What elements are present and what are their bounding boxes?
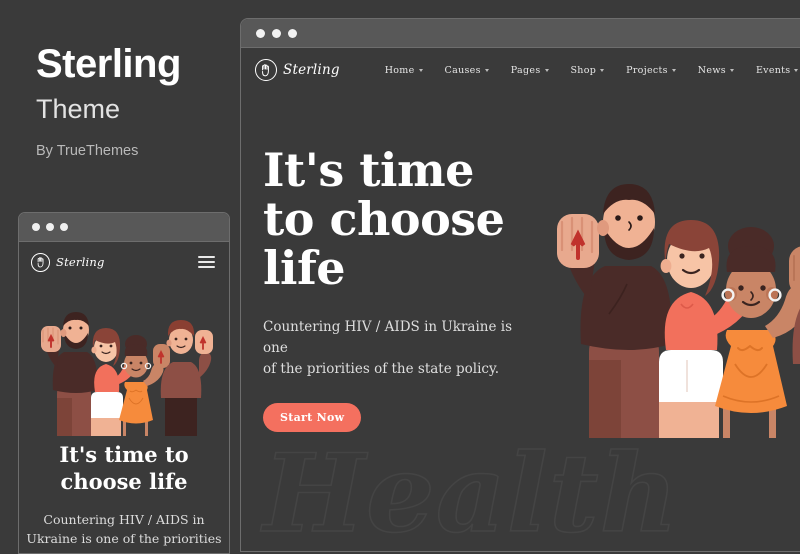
- hero-heading-line-3: life: [263, 240, 346, 295]
- desktop-main-menu: Home Causes Pages Shop Projects News Eve…: [374, 59, 800, 81]
- left-info-panel: Sterling Theme By TrueThemes Sterling It…: [0, 0, 240, 554]
- chevron-down-icon: [794, 69, 799, 72]
- hero-subtitle-line-1: Countering HIV / AIDS in Ukraine is one: [263, 319, 512, 357]
- hand-circle-icon: [31, 252, 50, 272]
- mobile-preview-body: Sterling It's time to choose life Counte…: [19, 242, 229, 553]
- menu-item-news[interactable]: News: [687, 65, 745, 76]
- mobile-navbar: Sterling: [19, 242, 229, 282]
- mobile-brand-name: Sterling: [56, 255, 105, 269]
- menu-item-events[interactable]: Events: [745, 65, 800, 76]
- desktop-preview-body: Sterling Home Causes Pages Shop Projects…: [241, 48, 800, 552]
- menu-item-shop[interactable]: Shop: [560, 65, 616, 76]
- mobile-hero-heading: It's time to choose life: [19, 442, 229, 496]
- chevron-down-icon: [418, 69, 423, 72]
- mobile-brand-logo[interactable]: Sterling: [31, 252, 105, 272]
- menu-item-projects[interactable]: Projects: [615, 65, 687, 76]
- hero-illustration: [557, 184, 800, 438]
- window-dot-maximize-icon[interactable]: [288, 28, 297, 38]
- menu-item-home[interactable]: Home: [374, 65, 434, 76]
- menu-item-label: Home: [384, 64, 415, 76]
- page-title: Sterling: [36, 42, 181, 86]
- hero-subtitle: Countering HIV / AIDS in Ukraine is one …: [263, 317, 513, 380]
- theme-title-block: Sterling Theme By TrueThemes: [36, 44, 236, 159]
- mobile-hero-illustration: [41, 312, 213, 436]
- desktop-brand-logo[interactable]: Sterling: [255, 59, 340, 81]
- chevron-down-icon: [600, 69, 605, 72]
- mobile-hero-subtitle-line-2: Ukraine is one of the priorities: [26, 531, 222, 546]
- health-watermark-text: Health: [262, 431, 680, 552]
- hero-heading: It's time to choose life: [263, 146, 513, 292]
- menu-item-label: Causes: [444, 64, 481, 76]
- menu-item-causes[interactable]: Causes: [434, 65, 500, 76]
- theme-author: By TrueThemes: [36, 143, 139, 159]
- chevron-down-icon: [544, 69, 549, 72]
- hero-heading-line-1: It's time: [263, 143, 474, 197]
- chevron-down-icon: [729, 69, 734, 72]
- hero-subtitle-line-2: of the priorities of the state policy.: [263, 361, 500, 378]
- menu-item-label: Shop: [570, 64, 597, 76]
- hero-heading-line-2: to choose: [263, 191, 505, 246]
- window-dot-minimize-icon[interactable]: [272, 28, 281, 38]
- menu-item-label: Events: [755, 64, 791, 76]
- menu-item-label: News: [697, 64, 726, 76]
- window-dot-minimize-icon[interactable]: [46, 223, 54, 231]
- menu-item-label: Pages: [510, 64, 541, 76]
- menu-item-label: Projects: [626, 64, 668, 76]
- window-dot-close-icon[interactable]: [256, 28, 265, 38]
- mobile-hero-subtitle-line-1: Countering HIV / AIDS in: [43, 512, 205, 527]
- hamburger-icon[interactable]: [198, 255, 215, 269]
- hand-circle-icon: [255, 59, 277, 81]
- page-subtitle: Theme: [36, 94, 121, 124]
- hero-text-block: It's time to choose life Countering HIV …: [263, 146, 513, 433]
- desktop-navbar: Sterling Home Causes Pages Shop Projects…: [241, 48, 800, 92]
- mobile-hero-heading-line-2: choose life: [60, 468, 188, 494]
- chevron-down-icon: [484, 69, 489, 72]
- mobile-hero-subtitle: Countering HIV / AIDS in Ukraine is one …: [19, 510, 229, 548]
- start-now-button[interactable]: Start Now: [263, 403, 362, 433]
- chevron-down-icon: [671, 69, 676, 72]
- mobile-preview-window: Sterling It's time to choose life Counte…: [18, 212, 230, 554]
- desktop-browser-titlebar: [241, 19, 800, 48]
- window-dot-maximize-icon[interactable]: [60, 223, 68, 231]
- desktop-preview-window: Sterling Home Causes Pages Shop Projects…: [240, 18, 800, 552]
- desktop-brand-name: Sterling: [283, 62, 340, 78]
- menu-item-pages[interactable]: Pages: [500, 65, 560, 76]
- window-dot-close-icon[interactable]: [32, 223, 40, 231]
- mobile-hero-heading-line-1: It's time to: [59, 442, 189, 467]
- mobile-browser-titlebar: [19, 213, 229, 242]
